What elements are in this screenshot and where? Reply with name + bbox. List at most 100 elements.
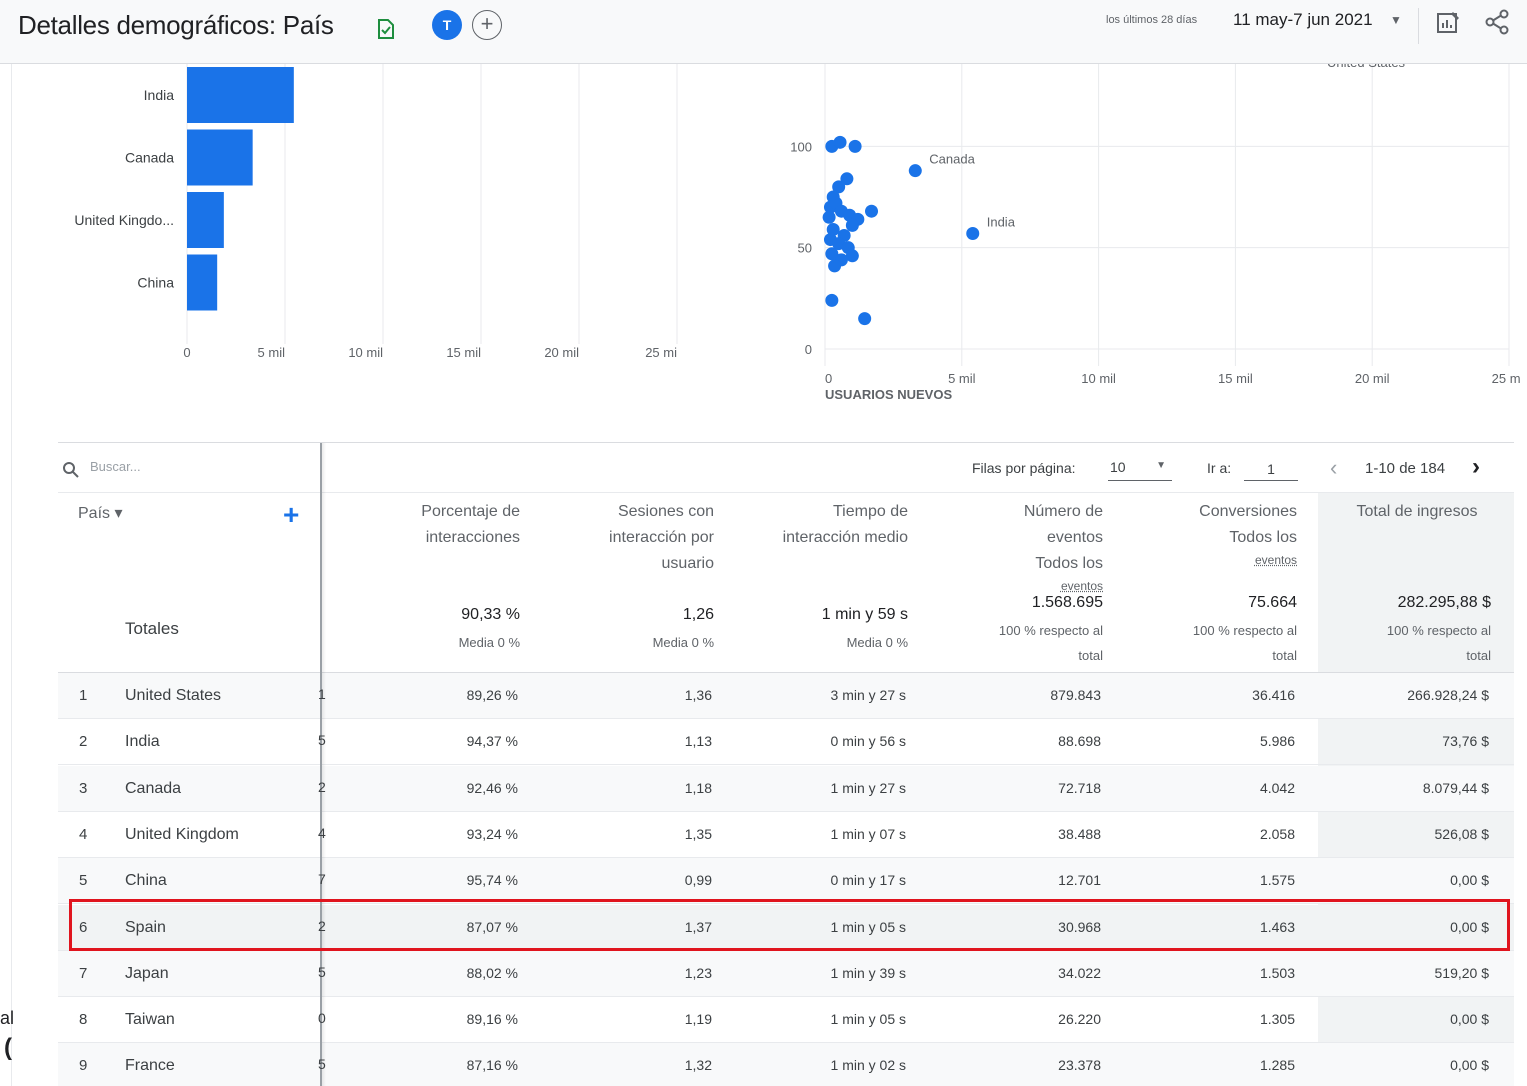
row-country-link[interactable]: United States (125, 687, 221, 705)
share-icon[interactable] (1483, 8, 1511, 41)
scatter-point (825, 293, 839, 307)
table-header-row: País ▾ + Porcentaje de interacciones Sesio… (58, 493, 1514, 593)
bar-chart-x-tick: 0 (183, 345, 190, 360)
row-rank: 4 (79, 825, 88, 843)
row-country-link[interactable]: France (125, 1057, 175, 1075)
table-row[interactable]: 4 United Kingdom 93,24 % 1,35 1 min y 07 s 38… (58, 812, 1514, 858)
table-cell: 526,08 $ (1434, 825, 1490, 842)
row-rank: 7 (79, 964, 88, 982)
column-header[interactable]: Conversiones Todos los eventos (1107, 499, 1297, 569)
table-cell: 1 min y 07 s (830, 825, 906, 842)
bar-canada (187, 129, 253, 186)
clipped-cell-fragment: 5 (318, 963, 326, 980)
bar-china (187, 254, 218, 311)
scatter-x-tick: 15 mil (1218, 371, 1253, 386)
table-row[interactable]: 1 United States 89,26 % 1,36 3 min y 27 s 879… (58, 673, 1514, 719)
user-avatar[interactable]: T (432, 10, 462, 40)
scatter-x-axis-label: USUARIOS NUEVOS (825, 387, 952, 402)
column-header-line: Sesiones con (617, 503, 714, 520)
bar-chart-x-tick: 25 mi (645, 345, 677, 360)
table-row[interactable]: 2 India 94,37 % 1,13 0 min y 56 s 88.698 5.986… (58, 719, 1514, 766)
chevron-left-icon[interactable]: ‹ (1330, 455, 1337, 481)
column-header[interactable]: Total de ingresos (1320, 499, 1514, 585)
country-bar-chart: 0 5 mil 10 mil 15 mil 20 mil 25 mi India Canada… (74, 64, 678, 360)
column-header[interactable]: Tiempo de interacción medio (718, 499, 908, 551)
row-country-link[interactable]: China (125, 872, 167, 890)
table-cell: 879.843 (1050, 687, 1101, 703)
left-page-edge (11, 64, 12, 1086)
table-cell: 94,37 % (466, 733, 518, 750)
column-header-line: interacción medio (782, 529, 908, 546)
column-header-line: Conversiones (1199, 503, 1297, 520)
totals-value: 282.295,88 $ (1397, 594, 1491, 611)
scatter-x-tick: 25 mil (1492, 371, 1520, 386)
table-cell: 73,76 $ (1442, 733, 1489, 750)
scatter-point-label: India (987, 215, 1016, 230)
scatter-x-tick: 5 mil (948, 371, 976, 386)
row-rank: 2 (79, 733, 88, 751)
clipped-cell-fragment: 5 (318, 1056, 326, 1073)
date-range-selector[interactable]: 11 may-7 jun 2021 (1233, 10, 1373, 30)
row-rank: 5 (79, 872, 88, 890)
table-cell: 1.503 (1259, 964, 1295, 981)
totals-value: 90,33 % (461, 606, 520, 623)
table-row[interactable]: 8 Taiwan 89,16 % 1,19 1 min y 05 s 26.220 1.30… (58, 997, 1514, 1044)
table-row[interactable]: 9 France 87,16 % 1,32 1 min y 02 s 23.378 1.28… (58, 1043, 1514, 1086)
column-header-line: Todos los (1229, 529, 1297, 546)
column-header-line: eventos (1254, 553, 1297, 567)
clipped-cell-fragment: 4 (318, 824, 326, 841)
table-cell: 1 min y 02 s (830, 1057, 906, 1074)
column-header[interactable]: Sesiones con interacción por usuario (524, 499, 714, 577)
row-rank: 3 (79, 779, 88, 797)
table-cell: 1.305 (1259, 1011, 1295, 1028)
bar-chart-x-tick: 20 mil (544, 345, 579, 360)
spain-row-highlight (69, 899, 1510, 951)
bar-chart-category-label: India (144, 87, 175, 103)
bar-chart-category-label: China (137, 275, 174, 291)
table-cell: 89,16 % (466, 1011, 518, 1028)
table-cell: 1.575 (1259, 872, 1295, 889)
totals-subtext: total (1466, 648, 1491, 663)
totals-subtext: 100 % respecto al (998, 623, 1103, 638)
column-header[interactable]: Número de eventos Todos los eventos (913, 499, 1103, 595)
row-country-link[interactable]: Taiwan (125, 1011, 175, 1029)
customize-report-icon[interactable] (1435, 8, 1463, 41)
column-header[interactable]: Porcentaje de interacciones (330, 499, 520, 551)
bar-chart-category-label: United Kingdo... (74, 212, 174, 228)
chevron-right-icon[interactable]: › (1472, 453, 1480, 481)
scatter-point (845, 249, 859, 263)
totals-subtext: Media 0 % (652, 635, 714, 650)
rows-per-page-select[interactable]: 10 ▼ (1108, 457, 1172, 481)
search-icon (62, 461, 80, 484)
dimension-header-country[interactable]: País ▾ (78, 503, 123, 523)
totals-row: Totales 90,33 % Media 0 % 1,26 Media 0 % 1 m… (58, 585, 1514, 673)
table-cell: 1,35 (684, 825, 712, 842)
table-cell: 1 min y 39 s (830, 964, 906, 981)
row-country-link[interactable]: Japan (125, 965, 169, 983)
add-comparison-button[interactable]: + (472, 10, 502, 40)
table-cell: 1,19 (684, 1011, 712, 1028)
table-row[interactable]: 3 Canada 92,46 % 1,18 1 min y 27 s 72.718 4.04… (58, 765, 1514, 812)
row-country-link[interactable]: Canada (125, 780, 181, 798)
dimension-header-label: País (78, 505, 111, 522)
table-cell: 1 min y 27 s (830, 779, 906, 796)
goto-page-input[interactable] (1244, 457, 1298, 481)
search-input[interactable] (90, 459, 290, 474)
table-cell: 5.986 (1259, 733, 1295, 750)
add-dimension-button[interactable]: + (283, 499, 299, 531)
table-cell: 0,00 $ (1450, 1057, 1489, 1074)
totals-value: 1,26 (682, 606, 714, 623)
table-cell: 92,46 % (466, 779, 518, 796)
table-row[interactable]: 7 Japan 88,02 % 1,23 1 min y 39 s 34.022 1.503… (58, 950, 1514, 997)
table-cell: 266.928,24 $ (1407, 687, 1489, 703)
frozen-column-shadow (322, 443, 326, 1086)
table-cell: 3 min y 27 s (830, 687, 906, 703)
verified-report-icon[interactable] (375, 18, 397, 45)
scatter-point (848, 139, 862, 153)
table-cell: 1,18 (684, 779, 712, 796)
row-country-link[interactable]: United Kingdom (125, 826, 239, 844)
table-cell: 89,26 % (466, 687, 518, 703)
dropdown-caret-icon[interactable]: ▼ (1390, 13, 1402, 27)
row-country-link[interactable]: India (125, 733, 160, 751)
table-row[interactable]: 5 China 95,74 % 0,99 0 min y 17 s 12.701 1.575… (58, 858, 1514, 905)
